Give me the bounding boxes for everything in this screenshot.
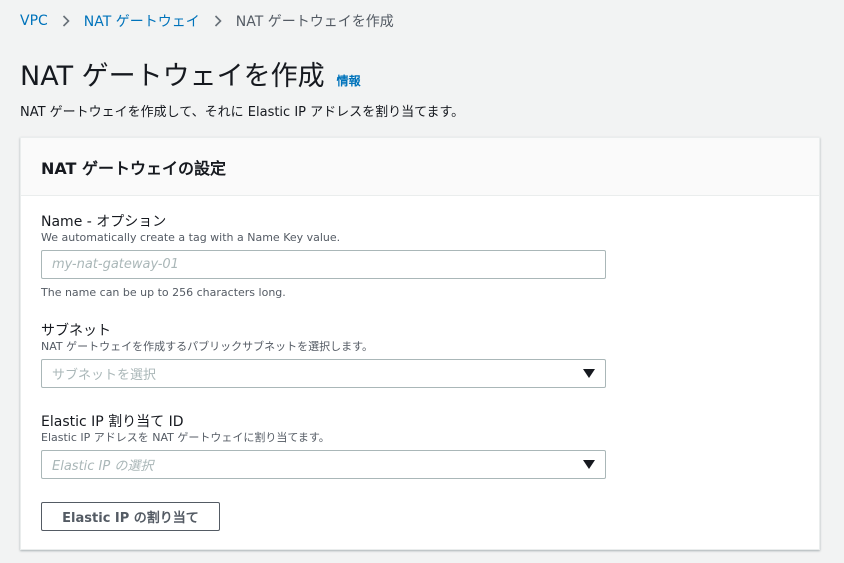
page-header: NAT ゲートウェイを作成 情報 bbox=[20, 54, 361, 93]
subnet-field-label: サブネット bbox=[41, 323, 111, 339]
page-description: NAT ゲートウェイを作成して、それに Elastic IP アドレスを割り当て… bbox=[20, 105, 465, 120]
elastic-ip-field-label: Elastic IP 割り当て ID bbox=[41, 414, 184, 430]
breadcrumb-vpc-link[interactable]: VPC bbox=[20, 13, 48, 29]
nat-gateway-settings-panel: NAT ゲートウェイの設定 Name - オプション We automatica… bbox=[20, 137, 820, 550]
chevron-right-icon bbox=[214, 15, 222, 27]
elastic-ip-field: Elastic IP 割り当て ID Elastic IP アドレスを NAT … bbox=[41, 413, 606, 479]
info-link[interactable]: 情報 bbox=[337, 72, 361, 89]
page-title: NAT ゲートウェイを作成 bbox=[20, 61, 325, 92]
subnet-select[interactable]: サブネットを選択 bbox=[41, 359, 606, 388]
elastic-ip-field-description: Elastic IP アドレスを NAT ゲートウェイに割り当てます。 bbox=[41, 431, 330, 444]
elastic-ip-select[interactable]: Elastic IP の選択 bbox=[41, 450, 606, 479]
name-field-label: Name - オプション bbox=[41, 214, 167, 230]
name-field: Name - オプション We automatically create a t… bbox=[41, 213, 606, 300]
breadcrumb-current: NAT ゲートウェイを作成 bbox=[235, 14, 394, 30]
elastic-ip-select-placeholder: Elastic IP の選択 bbox=[52, 459, 154, 474]
breadcrumb: VPC NAT ゲートウェイ NAT ゲートウェイを作成 bbox=[20, 11, 394, 31]
panel-title: NAT ゲートウェイの設定 bbox=[41, 159, 227, 178]
panel-header: NAT ゲートウェイの設定 bbox=[21, 138, 819, 196]
chevron-right-icon bbox=[62, 15, 70, 27]
allocate-elastic-ip-button[interactable]: Elastic IP の割り当て bbox=[41, 502, 220, 531]
subnet-field-description: NAT ゲートウェイを作成するパブリックサブネットを選択します。 bbox=[41, 340, 374, 353]
name-field-description: We automatically create a tag with a Nam… bbox=[41, 231, 341, 244]
caret-down-icon bbox=[583, 369, 595, 378]
name-input[interactable] bbox=[41, 250, 606, 279]
breadcrumb-nat-gateways-link[interactable]: NAT ゲートウェイ bbox=[84, 11, 200, 31]
caret-down-icon bbox=[583, 460, 595, 469]
subnet-field: サブネット NAT ゲートウェイを作成するパブリックサブネットを選択します。 サ… bbox=[41, 322, 606, 388]
subnet-select-placeholder: サブネットを選択 bbox=[52, 368, 157, 383]
name-field-constraint: The name can be up to 256 characters lon… bbox=[41, 286, 286, 299]
